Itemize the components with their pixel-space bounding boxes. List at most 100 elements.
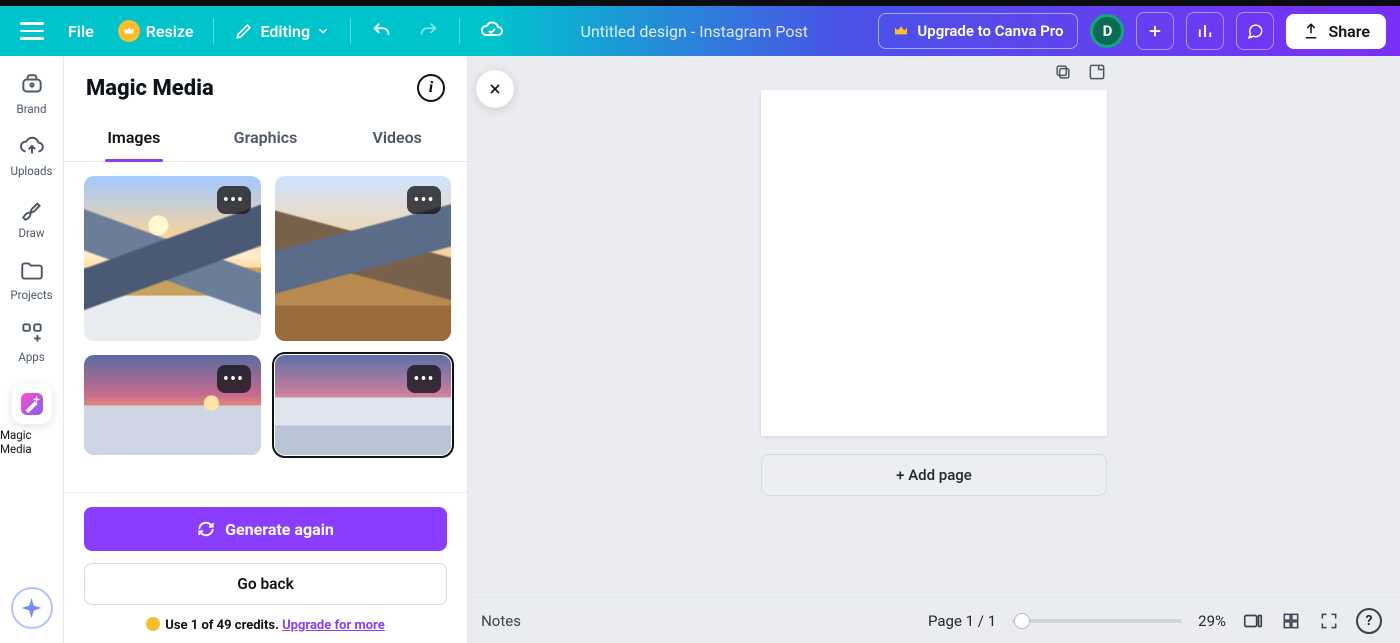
upgrade-label: Upgrade to Canva Pro [917,22,1063,40]
crown-icon [893,23,909,39]
folder-icon [19,258,45,284]
comment-icon [1246,22,1264,40]
rail-label: Apps [18,350,44,364]
info-button[interactable]: i [417,74,445,102]
rail-item-brand[interactable]: Brand [0,72,63,116]
magic-media-icon-wrap [12,384,52,424]
panel-footer: Generate again Go back Use 1 of 49 credi… [64,492,467,643]
redo-icon [417,20,439,42]
insights-button[interactable] [1186,12,1224,50]
editing-mode-button[interactable]: Editing [228,15,336,47]
add-page-icon[interactable] [1087,62,1107,82]
help-button[interactable]: ? [1356,608,1382,634]
plus-icon [1146,22,1164,40]
bottombar-left: Notes [486,610,508,632]
resize-button[interactable]: Resize [112,14,200,48]
share-label: Share [1328,22,1370,41]
bar-chart-icon [1196,22,1214,40]
view-pages-button[interactable] [1242,610,1264,632]
thumbnail-menu-button[interactable]: ••• [217,186,251,214]
thumbnail-menu-button[interactable]: ••• [407,186,441,214]
zoom-slider[interactable] [1012,619,1182,623]
duplicate-page-icon[interactable] [1053,62,1073,82]
close-panel-button[interactable] [476,70,514,108]
result-thumbnail[interactable]: ••• [84,355,261,455]
rail-label: Projects [10,288,52,302]
left-rail: Brand Uploads Draw Projects Apps Magic M… [0,56,64,643]
canvas-page[interactable] [761,90,1107,436]
undo-button[interactable] [365,14,399,48]
share-button[interactable]: Share [1286,14,1386,49]
pencil-icon [234,21,254,41]
sparkle-icon [22,598,42,618]
panel-header: Magic Media i [64,56,467,116]
apps-icon [19,320,45,346]
panel-title: Magic Media [86,76,214,101]
ai-assistant-button[interactable] [11,587,53,629]
rail-label: Draw [18,226,44,240]
rail-item-uploads[interactable]: Uploads [0,134,63,178]
undo-icon [371,20,393,42]
thumbnail-menu-button[interactable]: ••• [217,365,251,393]
panel-results[interactable]: ••• ••• ••• ••• [64,162,467,492]
thumbnail-grid: ••• ••• [84,355,451,455]
crown-icon [146,617,160,631]
cloud-upload-icon [19,134,45,160]
result-thumbnail-selected[interactable]: ••• [275,355,452,455]
file-menu[interactable]: File [62,16,100,47]
generate-label: Generate again [225,520,334,539]
grid-view-icon [1281,611,1301,631]
rail-label: Uploads [11,164,53,178]
add-button[interactable] [1136,12,1174,50]
cloud-check-icon [480,19,504,43]
rail-item-draw[interactable]: Draw [0,196,63,240]
result-thumbnail[interactable]: ••• [275,176,452,341]
side-panel: Magic Media i Images Graphics Videos •••… [64,56,468,643]
chevron-down-icon [316,24,330,38]
page-toolbar [1053,62,1107,82]
upload-icon [1302,22,1320,40]
tab-videos[interactable]: Videos [331,116,463,161]
rail-item-apps[interactable]: Apps [0,320,63,364]
separator [213,18,214,44]
wand-icon [21,391,43,417]
avatar[interactable]: D [1090,14,1124,48]
thumbnail-menu-button[interactable]: ••• [407,365,441,393]
tab-images[interactable]: Images [68,116,200,161]
crown-icon [118,20,140,42]
zoom-value: 29% [1198,612,1226,630]
redo-button[interactable] [411,14,445,48]
upgrade-button[interactable]: Upgrade to Canva Pro [878,13,1078,49]
rail-item-magic-media[interactable]: Magic Media [0,382,63,456]
resize-label: Resize [146,22,194,41]
document-title: Untitled design - Instagram Post [520,22,868,41]
tab-graphics[interactable]: Graphics [200,116,332,161]
magic-media-icon [21,393,43,415]
generate-again-button[interactable]: Generate again [84,507,447,551]
slides-view-icon [1242,610,1264,632]
rail-label: Brand [17,102,47,116]
fullscreen-button[interactable] [1318,610,1340,632]
add-page-button[interactable]: + Add page [761,454,1107,496]
menu-button[interactable] [14,16,50,46]
hamburger-icon [20,22,44,40]
canvas-stage[interactable]: + Add page [468,56,1400,597]
topbar-left: File Resize Editing [14,13,510,49]
brand-icon [19,72,45,98]
cloud-sync-button[interactable] [474,13,510,49]
notes-button[interactable]: Notes [486,610,508,632]
bottombar-right: Page 1 / 1 29% ? [928,608,1382,634]
comments-button[interactable] [1236,12,1274,50]
zoom-slider-knob[interactable] [1014,613,1030,629]
top-bar: File Resize Editing Untitled design - In… [0,0,1400,56]
go-back-button[interactable]: Go back [84,563,447,605]
rail-label: Magic Media [0,428,63,456]
close-icon [487,81,503,97]
editing-label: Editing [260,22,310,41]
grid-view-button[interactable] [1280,610,1302,632]
canvas-area: + Add page Notes Page 1 / 1 29% [468,56,1400,643]
rail-item-projects[interactable]: Projects [0,258,63,302]
upgrade-credits-link[interactable]: Upgrade for more [282,618,385,633]
result-thumbnail[interactable]: ••• [84,176,261,341]
draw-icon [19,196,45,222]
